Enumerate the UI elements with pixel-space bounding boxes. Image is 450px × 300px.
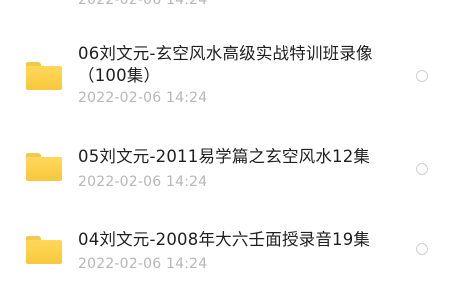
select-radio-button[interactable]: [416, 163, 428, 175]
folder-name: 06刘文元-玄空风水高级实战特训班录像（100集）: [78, 44, 373, 85]
folder-icon: [26, 236, 62, 264]
previous-item-date: 2022-02-06 14:24: [78, 0, 208, 8]
folder-list-item[interactable]: 05刘文元-2011易学篇之玄空风水12集 2022-02-06 14:24: [0, 146, 450, 194]
folder-list-item[interactable]: 06刘文元-玄空风水高级实战特训班录像（100集） 2022-02-06 14:…: [0, 40, 450, 112]
folder-list-item[interactable]: 04刘文元-2008年大六壬面授录音19集 2022-02-06 14:24: [0, 228, 450, 276]
select-radio-button[interactable]: [416, 70, 428, 82]
select-radio-button[interactable]: [416, 243, 428, 255]
folder-icon: [26, 153, 62, 181]
file-list-screen: 2022-02-06 14:24 06刘文元-玄空风水高级实战特训班录像（100…: [0, 0, 450, 300]
folder-date: 2022-02-06 14:24: [78, 90, 208, 106]
folder-icon: [26, 62, 62, 90]
folder-date: 2022-02-06 14:24: [78, 174, 208, 190]
folder-name: 04刘文元-2008年大六壬面授录音19集: [78, 230, 371, 249]
folder-name: 05刘文元-2011易学篇之玄空风水12集: [78, 147, 371, 166]
folder-date: 2022-02-06 14:24: [78, 256, 208, 272]
